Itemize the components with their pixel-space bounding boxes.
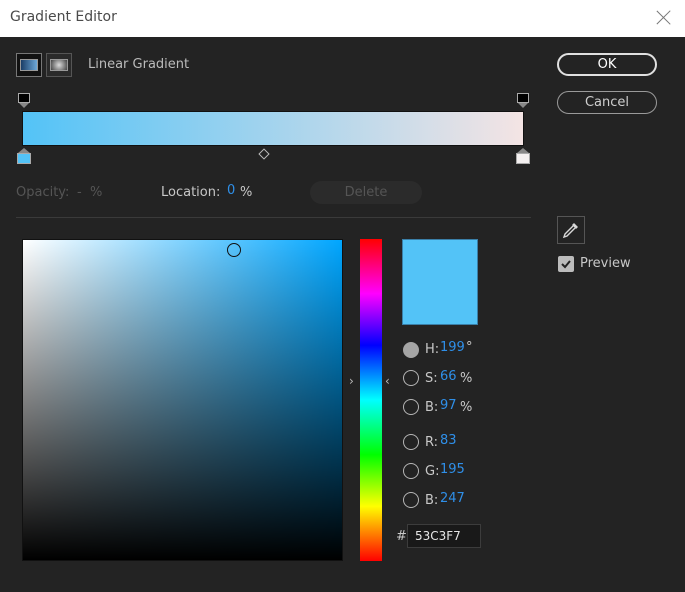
current-color-swatch — [402, 239, 478, 325]
green-radio[interactable] — [403, 463, 419, 479]
hex-input[interactable]: 53C3F7 — [407, 524, 481, 548]
gradient-type-label: Linear Gradient — [88, 57, 190, 72]
brightness-unit: % — [460, 400, 473, 415]
hex-prefix: # — [396, 529, 407, 544]
location-unit: % — [240, 185, 253, 200]
location-value[interactable]: 0 — [227, 183, 235, 198]
preview-label: Preview — [580, 256, 631, 271]
opacity-stop-right[interactable] — [517, 93, 529, 108]
saturation-brightness-field[interactable] — [22, 239, 343, 561]
color-stop-left[interactable] — [17, 148, 31, 165]
radial-gradient-icon — [50, 59, 68, 71]
red-radio[interactable] — [403, 434, 419, 450]
blue-label: B: — [425, 493, 439, 508]
hue-label: H: — [425, 342, 440, 357]
color-picker-cursor[interactable] — [227, 243, 241, 257]
eyedropper-button[interactable] — [557, 216, 585, 244]
delete-button[interactable]: Delete — [310, 181, 422, 204]
divider — [16, 217, 531, 218]
saturation-unit: % — [460, 371, 473, 386]
hue-radio[interactable] — [403, 342, 419, 358]
gradient-midpoint[interactable] — [258, 148, 270, 160]
saturation-value[interactable]: 66 — [440, 369, 457, 384]
ok-button[interactable]: OK — [557, 53, 657, 76]
cancel-button[interactable]: Cancel — [557, 91, 657, 114]
radial-gradient-button[interactable] — [46, 53, 72, 77]
saturation-radio[interactable] — [403, 370, 419, 386]
linear-gradient-button[interactable] — [16, 53, 42, 77]
hue-value[interactable]: 199 — [440, 340, 465, 355]
green-value[interactable]: 195 — [440, 462, 465, 477]
eyedropper-icon — [562, 223, 578, 239]
brightness-radio[interactable] — [403, 399, 419, 415]
red-value[interactable]: 83 — [440, 433, 457, 448]
brightness-label: B: — [425, 400, 439, 415]
color-stop-right[interactable] — [516, 148, 530, 165]
window-title: Gradient Editor — [10, 9, 117, 25]
opacity-unit: % — [90, 185, 103, 200]
hue-slider-arrow-right[interactable]: ‹ — [385, 374, 390, 388]
hue-slider[interactable] — [360, 239, 382, 561]
saturation-label: S: — [425, 371, 438, 386]
hue-unit: ° — [466, 340, 473, 355]
blue-radio[interactable] — [403, 492, 419, 508]
close-icon[interactable] — [654, 8, 674, 28]
checkmark-icon — [561, 260, 571, 269]
opacity-stop-left[interactable] — [18, 93, 30, 108]
preview-checkbox[interactable] — [558, 256, 574, 272]
blue-value[interactable]: 247 — [440, 491, 465, 506]
gradient-ramp[interactable] — [22, 111, 524, 146]
hue-slider-arrow-left[interactable]: › — [349, 374, 354, 388]
location-label: Location: — [161, 185, 221, 200]
brightness-value[interactable]: 97 — [440, 398, 457, 413]
red-label: R: — [425, 435, 439, 450]
title-bar: Gradient Editor — [0, 0, 685, 37]
opacity-label: Opacity: — [16, 185, 70, 200]
linear-gradient-icon — [20, 59, 38, 71]
opacity-value: - — [77, 185, 82, 200]
green-label: G: — [425, 464, 440, 479]
